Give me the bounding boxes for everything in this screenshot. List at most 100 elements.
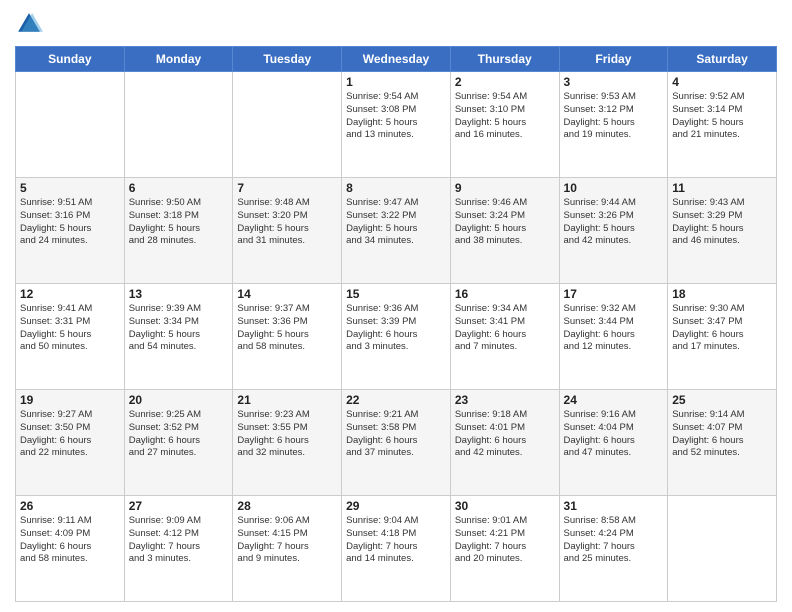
day-info: Sunrise: 9:52 AM Sunset: 3:14 PM Dayligh… [672,91,772,142]
calendar-cell: 2 Sunrise: 9:54 AM Sunset: 3:10 PM Daylig… [450,72,559,178]
day-info: Sunrise: 9:37 AM Sunset: 3:36 PM Dayligh… [237,303,337,354]
day-number: 6 [129,181,229,195]
day-info: Sunrise: 9:14 AM Sunset: 4:07 PM Dayligh… [672,409,772,460]
day-number: 2 [455,75,555,89]
day-info: Sunrise: 9:30 AM Sunset: 3:47 PM Dayligh… [672,303,772,354]
day-info: Sunrise: 9:50 AM Sunset: 3:18 PM Dayligh… [129,197,229,248]
calendar-cell: 22 Sunrise: 9:21 AM Sunset: 3:58 PM Dayli… [342,390,451,496]
day-info: Sunrise: 9:04 AM Sunset: 4:18 PM Dayligh… [346,515,446,566]
calendar-cell: 13 Sunrise: 9:39 AM Sunset: 3:34 PM Dayli… [124,284,233,390]
day-number: 11 [672,181,772,195]
week-row-1: 1Sunrise: 9:54 AM Sunset: 3:08 PM Daylig… [16,72,777,178]
week-row-3: 12 Sunrise: 9:41 AM Sunset: 3:31 PM Dayli… [16,284,777,390]
day-info: Sunrise: 9:06 AM Sunset: 4:15 PM Dayligh… [237,515,337,566]
calendar-cell: 24 Sunrise: 9:16 AM Sunset: 4:04 PM Dayli… [559,390,668,496]
calendar-cell: 16 Sunrise: 9:34 AM Sunset: 3:41 PM Dayli… [450,284,559,390]
day-info: Sunrise: 9:51 AM Sunset: 3:16 PM Dayligh… [20,197,120,248]
day-number: 24 [564,393,664,407]
day-info: Sunrise: 9:18 AM Sunset: 4:01 PM Dayligh… [455,409,555,460]
day-info: Sunrise: 9:01 AM Sunset: 4:21 PM Dayligh… [455,515,555,566]
day-number: 4 [672,75,772,89]
calendar-cell: 23 Sunrise: 9:18 AM Sunset: 4:01 PM Dayli… [450,390,559,496]
calendar-cell: 6 Sunrise: 9:50 AM Sunset: 3:18 PM Daylig… [124,178,233,284]
weekday-header-friday: Friday [559,47,668,72]
calendar-cell: 20 Sunrise: 9:25 AM Sunset: 3:52 PM Dayli… [124,390,233,496]
day-info: Sunrise: 9:54 AM Sunset: 3:08 PM Dayligh… [346,91,446,142]
calendar-cell: 18 Sunrise: 9:30 AM Sunset: 3:47 PM Dayli… [668,284,777,390]
calendar-cell: 30 Sunrise: 9:01 AM Sunset: 4:21 PM Dayli… [450,496,559,602]
day-number: 26 [20,499,120,513]
day-info: Sunrise: 9:41 AM Sunset: 3:31 PM Dayligh… [20,303,120,354]
calendar-cell: 15 Sunrise: 9:36 AM Sunset: 3:39 PM Dayli… [342,284,451,390]
day-info: Sunrise: 9:36 AM Sunset: 3:39 PM Dayligh… [346,303,446,354]
day-number: 25 [672,393,772,407]
day-info: Sunrise: 9:47 AM Sunset: 3:22 PM Dayligh… [346,197,446,248]
day-number: 23 [455,393,555,407]
weekday-header-saturday: Saturday [668,47,777,72]
day-number: 9 [455,181,555,195]
calendar-cell: 1Sunrise: 9:54 AM Sunset: 3:08 PM Daylig… [342,72,451,178]
day-number: 21 [237,393,337,407]
calendar-cell: 14Sunrise: 9:37 AM Sunset: 3:36 PM Dayli… [233,284,342,390]
logo [15,10,47,38]
day-info: Sunrise: 9:39 AM Sunset: 3:34 PM Dayligh… [129,303,229,354]
day-number: 30 [455,499,555,513]
day-info: Sunrise: 9:23 AM Sunset: 3:55 PM Dayligh… [237,409,337,460]
day-info: Sunrise: 9:25 AM Sunset: 3:52 PM Dayligh… [129,409,229,460]
page: SundayMondayTuesdayWednesdayThursdayFrid… [0,0,792,612]
calendar-cell: 10Sunrise: 9:44 AM Sunset: 3:26 PM Dayli… [559,178,668,284]
day-number: 22 [346,393,446,407]
day-number: 15 [346,287,446,301]
weekday-header-wednesday: Wednesday [342,47,451,72]
day-number: 13 [129,287,229,301]
weekday-header-thursday: Thursday [450,47,559,72]
day-info: Sunrise: 9:54 AM Sunset: 3:10 PM Dayligh… [455,91,555,142]
calendar-cell: 29 Sunrise: 9:04 AM Sunset: 4:18 PM Dayli… [342,496,451,602]
weekday-header-sunday: Sunday [16,47,125,72]
day-info: Sunrise: 9:21 AM Sunset: 3:58 PM Dayligh… [346,409,446,460]
day-info: Sunrise: 9:43 AM Sunset: 3:29 PM Dayligh… [672,197,772,248]
calendar: SundayMondayTuesdayWednesdayThursdayFrid… [15,46,777,602]
calendar-cell: 8Sunrise: 9:47 AM Sunset: 3:22 PM Daylig… [342,178,451,284]
weekday-header-tuesday: Tuesday [233,47,342,72]
week-row-5: 26Sunrise: 9:11 AM Sunset: 4:09 PM Dayli… [16,496,777,602]
day-number: 12 [20,287,120,301]
day-info: Sunrise: 9:46 AM Sunset: 3:24 PM Dayligh… [455,197,555,248]
calendar-cell: 19Sunrise: 9:27 AM Sunset: 3:50 PM Dayli… [16,390,125,496]
calendar-cell: 28Sunrise: 9:06 AM Sunset: 4:15 PM Dayli… [233,496,342,602]
weekday-header-row: SundayMondayTuesdayWednesdayThursdayFrid… [16,47,777,72]
day-info: Sunrise: 9:27 AM Sunset: 3:50 PM Dayligh… [20,409,120,460]
calendar-cell: 12 Sunrise: 9:41 AM Sunset: 3:31 PM Dayli… [16,284,125,390]
calendar-cell [124,72,233,178]
calendar-cell: 3Sunrise: 9:53 AM Sunset: 3:12 PM Daylig… [559,72,668,178]
day-number: 5 [20,181,120,195]
day-number: 16 [455,287,555,301]
calendar-cell: 7Sunrise: 9:48 AM Sunset: 3:20 PM Daylig… [233,178,342,284]
logo-icon [15,10,43,38]
day-info: Sunrise: 9:16 AM Sunset: 4:04 PM Dayligh… [564,409,664,460]
day-number: 27 [129,499,229,513]
day-number: 29 [346,499,446,513]
calendar-cell: 25 Sunrise: 9:14 AM Sunset: 4:07 PM Dayli… [668,390,777,496]
day-number: 18 [672,287,772,301]
day-info: Sunrise: 9:44 AM Sunset: 3:26 PM Dayligh… [564,197,664,248]
day-number: 7 [237,181,337,195]
day-info: Sunrise: 9:32 AM Sunset: 3:44 PM Dayligh… [564,303,664,354]
calendar-cell: 5 Sunrise: 9:51 AM Sunset: 3:16 PM Daylig… [16,178,125,284]
calendar-cell: 27Sunrise: 9:09 AM Sunset: 4:12 PM Dayli… [124,496,233,602]
calendar-cell: 31Sunrise: 8:58 AM Sunset: 4:24 PM Dayli… [559,496,668,602]
day-number: 17 [564,287,664,301]
week-row-2: 5 Sunrise: 9:51 AM Sunset: 3:16 PM Daylig… [16,178,777,284]
calendar-cell: 26Sunrise: 9:11 AM Sunset: 4:09 PM Dayli… [16,496,125,602]
day-info: Sunrise: 8:58 AM Sunset: 4:24 PM Dayligh… [564,515,664,566]
header [15,10,777,38]
week-row-4: 19Sunrise: 9:27 AM Sunset: 3:50 PM Dayli… [16,390,777,496]
calendar-cell: 17 Sunrise: 9:32 AM Sunset: 3:44 PM Dayli… [559,284,668,390]
calendar-cell: 11 Sunrise: 9:43 AM Sunset: 3:29 PM Dayli… [668,178,777,284]
calendar-cell: 4 Sunrise: 9:52 AM Sunset: 3:14 PM Daylig… [668,72,777,178]
calendar-cell [668,496,777,602]
calendar-cell [16,72,125,178]
day-info: Sunrise: 9:34 AM Sunset: 3:41 PM Dayligh… [455,303,555,354]
weekday-header-monday: Monday [124,47,233,72]
day-number: 20 [129,393,229,407]
